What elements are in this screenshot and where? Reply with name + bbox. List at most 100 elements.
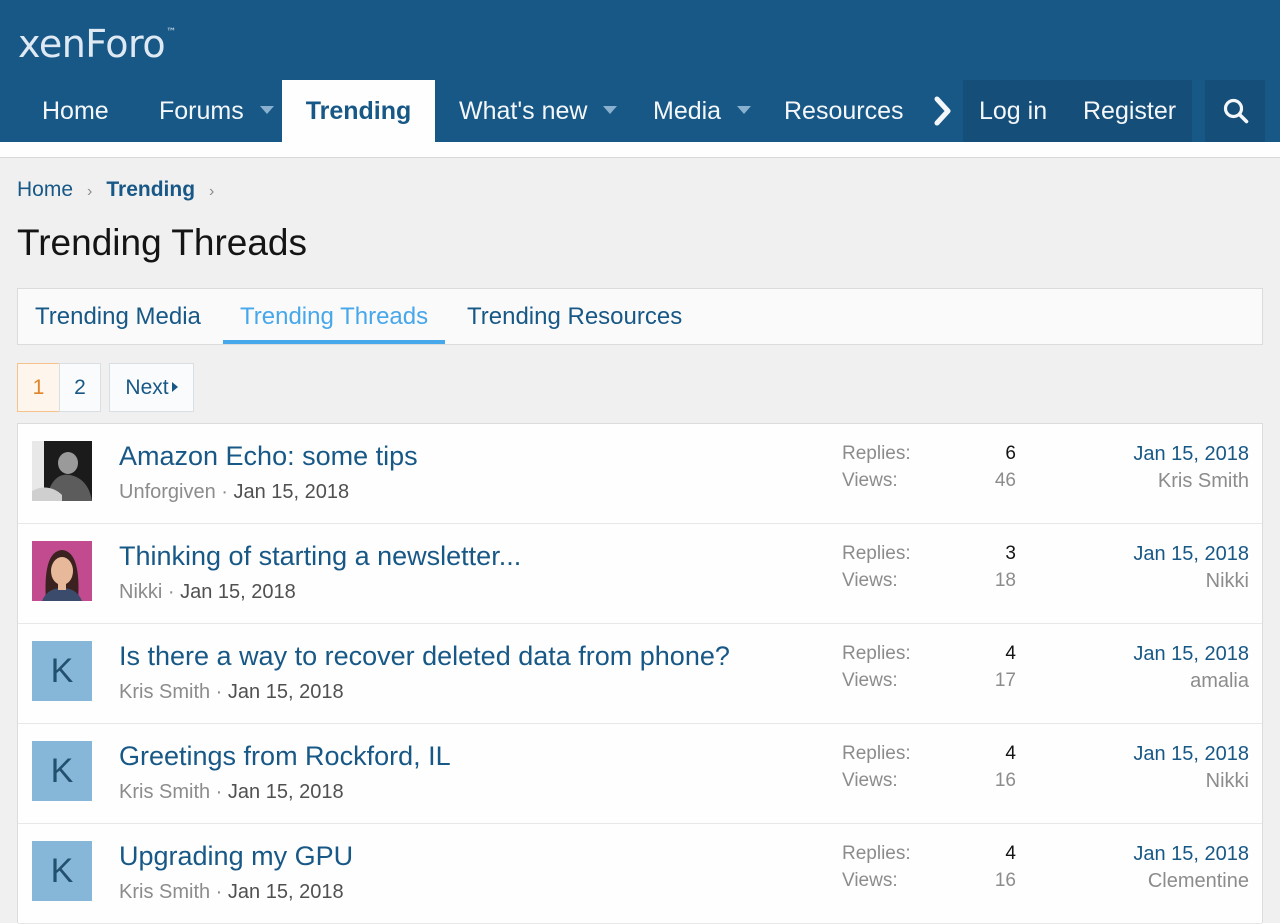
thread-meta: Nikki · Jan 15, 2018	[119, 581, 296, 603]
replies-label: Replies:	[842, 843, 911, 864]
nav-home-label: Home	[42, 97, 109, 125]
site-header: xenForo™ Home Forums Trending What's new…	[0, 0, 1280, 142]
last-post-date[interactable]: Jan 15, 2018	[1133, 743, 1249, 766]
thread-title-link[interactable]: Greetings from Rockford, IL	[119, 741, 451, 772]
sub-nav-strip	[0, 142, 1280, 158]
thread-list: Amazon Echo: some tips Unforgiven · Jan …	[17, 423, 1263, 924]
views-count: 46	[994, 470, 1016, 491]
register-label: Register	[1083, 97, 1177, 125]
last-post-date[interactable]: Jan 15, 2018	[1133, 443, 1249, 466]
user-photo	[32, 441, 92, 501]
breadcrumb: Home › Trending ›	[17, 178, 228, 202]
login-label: Log in	[979, 97, 1048, 125]
thread-author[interactable]: Nikki	[119, 581, 162, 603]
page-body: Home › Trending › Trending Threads Trending…	[0, 158, 1280, 924]
chevron-down-icon[interactable]	[737, 106, 752, 115]
login-link[interactable]: Log in	[979, 80, 1047, 142]
views-label: Views:	[842, 570, 898, 591]
register-link[interactable]: Register	[1083, 80, 1176, 142]
site-logo[interactable]: xenForo™	[18, 22, 176, 66]
chevron-down-icon[interactable]	[603, 106, 618, 115]
replies-label: Replies:	[842, 443, 911, 464]
views-count: 17	[994, 670, 1016, 691]
thread-author[interactable]: Kris Smith	[119, 781, 210, 803]
replies-count: 4	[1005, 843, 1016, 864]
chevron-right-icon: ›	[87, 183, 93, 200]
breadcrumb-trending[interactable]: Trending	[106, 178, 195, 201]
chevron-right-icon: ›	[209, 183, 215, 200]
thread-title-link[interactable]: Is there a way to recover deleted data f…	[119, 641, 730, 672]
chevron-right-icon	[934, 96, 951, 126]
tab-trending-media[interactable]: Trending Media	[35, 289, 201, 344]
last-post-date[interactable]: Jan 15, 2018	[1133, 843, 1249, 866]
avatar[interactable]: K	[32, 641, 92, 701]
nav-trending[interactable]: Trending	[282, 80, 435, 142]
replies-count: 4	[1005, 743, 1016, 764]
thread-date[interactable]: Jan 15, 2018	[228, 781, 344, 803]
last-post-user[interactable]: amalia	[1190, 670, 1249, 693]
last-post-user[interactable]: Kris Smith	[1158, 470, 1249, 493]
thread-row: K Is there a way to recover deleted data…	[18, 624, 1262, 724]
page-title: Trending Threads	[17, 222, 308, 263]
replies-count: 3	[1005, 543, 1016, 564]
thread-date[interactable]: Jan 15, 2018	[228, 881, 344, 903]
thread-date[interactable]: Jan 15, 2018	[228, 681, 344, 703]
last-post-user[interactable]: Clementine	[1148, 870, 1249, 893]
next-label: Next	[125, 376, 169, 399]
nav-media-label: Media	[653, 97, 722, 125]
views-count: 16	[994, 770, 1016, 791]
logo-trademark: ™	[166, 27, 176, 38]
thread-date[interactable]: Jan 15, 2018	[234, 481, 350, 503]
main-nav: Home Forums Trending What's new Media Re…	[0, 80, 1280, 142]
thread-row: K Greetings from Rockford, IL Kris Smith…	[18, 724, 1262, 824]
nav-whats-new[interactable]: What's new	[459, 80, 618, 142]
views-label: Views:	[842, 870, 898, 891]
thread-date[interactable]: Jan 15, 2018	[180, 581, 296, 603]
page-2-button[interactable]: 2	[59, 363, 101, 412]
replies-label: Replies:	[842, 643, 911, 664]
views-count: 16	[994, 870, 1016, 891]
thread-title-link[interactable]: Upgrading my GPU	[119, 841, 353, 872]
thread-row: Thinking of starting a newsletter... Nik…	[18, 524, 1262, 624]
nav-forums[interactable]: Forums	[159, 80, 274, 142]
last-post-date[interactable]: Jan 15, 2018	[1133, 543, 1249, 566]
chevron-down-icon[interactable]	[259, 106, 274, 115]
last-post-user[interactable]: Nikki	[1206, 570, 1249, 593]
tab-trending-resources[interactable]: Trending Resources	[467, 289, 682, 344]
avatar[interactable]	[32, 441, 92, 501]
thread-meta: Kris Smith · Jan 15, 2018	[119, 881, 344, 903]
avatar[interactable]	[32, 541, 92, 601]
trending-tabs: Trending Media Trending Threads Trending…	[17, 288, 1263, 345]
thread-author[interactable]: Kris Smith	[119, 681, 210, 703]
nav-home[interactable]: Home	[42, 80, 109, 142]
thread-meta: Kris Smith · Jan 15, 2018	[119, 681, 344, 703]
tab-trending-threads[interactable]: Trending Threads	[223, 289, 446, 344]
search-button[interactable]	[1205, 80, 1265, 142]
thread-author[interactable]: Kris Smith	[119, 881, 210, 903]
thread-title-link[interactable]: Thinking of starting a newsletter...	[119, 541, 521, 572]
replies-count: 4	[1005, 643, 1016, 664]
nav-media[interactable]: Media	[653, 80, 752, 142]
user-illustration	[32, 541, 92, 601]
last-post-date[interactable]: Jan 15, 2018	[1133, 643, 1249, 666]
replies-count: 6	[1005, 443, 1016, 464]
views-label: Views:	[842, 670, 898, 691]
nav-more-button[interactable]	[929, 80, 959, 142]
breadcrumb-home[interactable]: Home	[17, 178, 73, 201]
views-label: Views:	[842, 470, 898, 491]
logo-text: xenForo	[18, 22, 166, 66]
thread-row: K Upgrading my GPU Kris Smith · Jan 15, …	[18, 824, 1262, 924]
replies-label: Replies:	[842, 743, 911, 764]
next-page-button[interactable]: Next	[109, 363, 194, 412]
avatar[interactable]: K	[32, 741, 92, 801]
thread-meta: Kris Smith · Jan 15, 2018	[119, 781, 344, 803]
avatar[interactable]: K	[32, 841, 92, 901]
nav-resources[interactable]: Resources	[784, 80, 904, 142]
thread-meta: Unforgiven · Jan 15, 2018	[119, 481, 350, 503]
page-1-button[interactable]: 1	[17, 363, 60, 412]
thread-author[interactable]: Unforgiven	[119, 481, 216, 503]
nav-whats-new-label: What's new	[459, 97, 588, 125]
last-post-user[interactable]: Nikki	[1206, 770, 1249, 793]
nav-resources-label: Resources	[784, 97, 904, 125]
thread-title-link[interactable]: Amazon Echo: some tips	[119, 441, 418, 472]
